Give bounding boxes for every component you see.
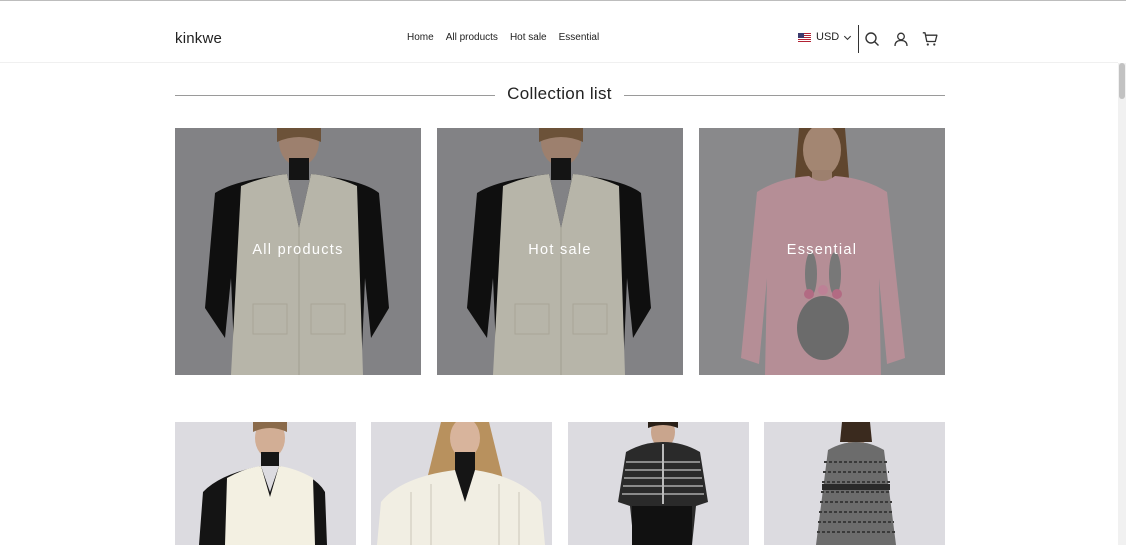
- product-image-striped-jacket: [568, 422, 749, 545]
- collection-label: Essential: [786, 242, 858, 258]
- product-image-cream-vest: [175, 422, 356, 545]
- product-image-cream-cardigan: [371, 422, 552, 545]
- nav-hot-sale[interactable]: Hot sale: [510, 32, 547, 43]
- header-divider: [858, 25, 859, 53]
- product-card[interactable]: [175, 422, 356, 545]
- collection-card-hot-sale[interactable]: Hot sale: [437, 128, 683, 375]
- account-icon[interactable]: [893, 31, 909, 47]
- product-card[interactable]: [764, 422, 945, 545]
- product-card[interactable]: [568, 422, 749, 545]
- main-nav: Home All products Hot sale Essential: [407, 32, 599, 43]
- site-logo[interactable]: kinkwe: [175, 30, 222, 47]
- collection-card-all-products[interactable]: All products: [175, 128, 421, 375]
- nav-all-products[interactable]: All products: [446, 32, 498, 43]
- site-header: kinkwe Home All products Hot sale Essent…: [0, 1, 1118, 63]
- page-scrollbar[interactable]: [1118, 63, 1126, 545]
- nav-home[interactable]: Home: [407, 32, 434, 43]
- collection-label: Hot sale: [528, 242, 592, 258]
- title-rule-right: [624, 95, 945, 96]
- section-title: Collection list: [507, 84, 612, 103]
- section-header: Collection list: [175, 84, 945, 108]
- us-flag-icon: [798, 32, 811, 42]
- collection-card-essential[interactable]: Essential: [699, 128, 945, 375]
- collection-label: All products: [252, 242, 344, 258]
- currency-label: USD: [816, 31, 840, 43]
- nav-essential[interactable]: Essential: [559, 32, 600, 43]
- scrollbar-thumb[interactable]: [1119, 63, 1125, 99]
- product-card[interactable]: [371, 422, 552, 545]
- search-icon[interactable]: [864, 31, 880, 47]
- chevron-down-icon: [844, 35, 852, 40]
- title-rule-left: [175, 95, 495, 96]
- currency-selector[interactable]: USD: [798, 31, 853, 43]
- product-image-houndstooth-coat: [764, 422, 945, 545]
- cart-icon[interactable]: [922, 31, 938, 47]
